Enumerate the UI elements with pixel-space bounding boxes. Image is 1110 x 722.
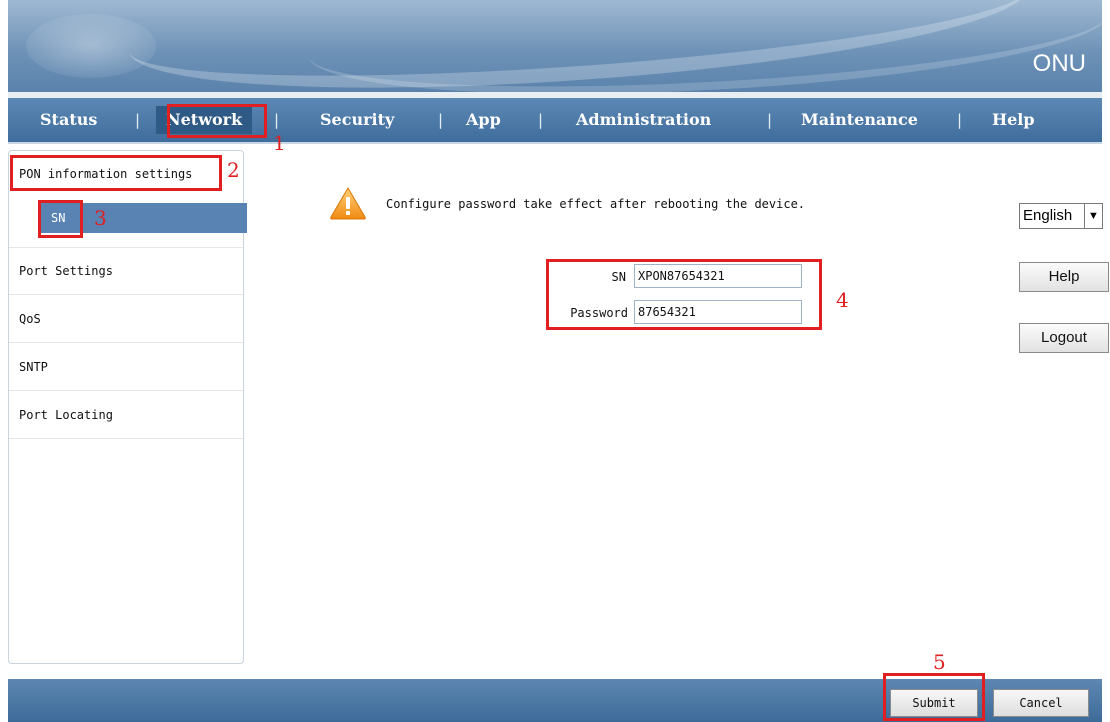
help-button[interactable]: Help [1019,262,1109,292]
nav-separator: | [272,111,282,129]
chevron-down-icon[interactable]: ▼ [1084,204,1102,228]
sidebar-item-sntp[interactable]: SNTP [9,344,243,391]
annotation-number: 1 [273,131,286,155]
sidebar-item-port-locating[interactable]: Port Locating [9,392,243,439]
annotation-box-pon-settings [10,155,222,191]
nav-separator: | [765,111,775,129]
nav-separator: | [133,111,143,129]
banner-swoosh [305,0,1102,92]
nav-maintenance[interactable]: Maintenance [801,106,918,134]
nav-app[interactable]: App [466,106,501,134]
annotation-box-network [167,104,267,138]
annotation-number: 5 [933,650,946,674]
language-selected-value: English [1023,207,1073,224]
annotation-box-form [546,259,822,330]
annotation-box-sn [38,200,83,238]
annotation-box-submit [883,673,985,721]
annotation-number: 3 [94,206,107,230]
nav-security[interactable]: Security [320,106,394,134]
nav-status[interactable]: Status [40,106,97,134]
nav-administration[interactable]: Administration [576,106,711,134]
annotation-number: 2 [227,158,240,182]
brand-title: ONU [1032,50,1086,77]
nav-help[interactable]: Help [992,106,1035,134]
nav-separator: | [955,111,965,129]
nav-separator: | [436,111,446,129]
warning-icon [330,187,366,220]
sidebar-item-port-settings[interactable]: Port Settings [9,248,243,295]
notice-message: Configure password take effect after reb… [386,197,806,211]
header-banner: ONU [8,0,1102,92]
language-select[interactable]: English ▼ [1019,203,1103,229]
cancel-button[interactable]: Cancel [993,689,1089,717]
logout-button[interactable]: Logout [1019,323,1109,353]
annotation-number: 4 [836,288,849,312]
sidebar-item-qos[interactable]: QoS [9,296,243,343]
nav-separator: | [536,111,546,129]
